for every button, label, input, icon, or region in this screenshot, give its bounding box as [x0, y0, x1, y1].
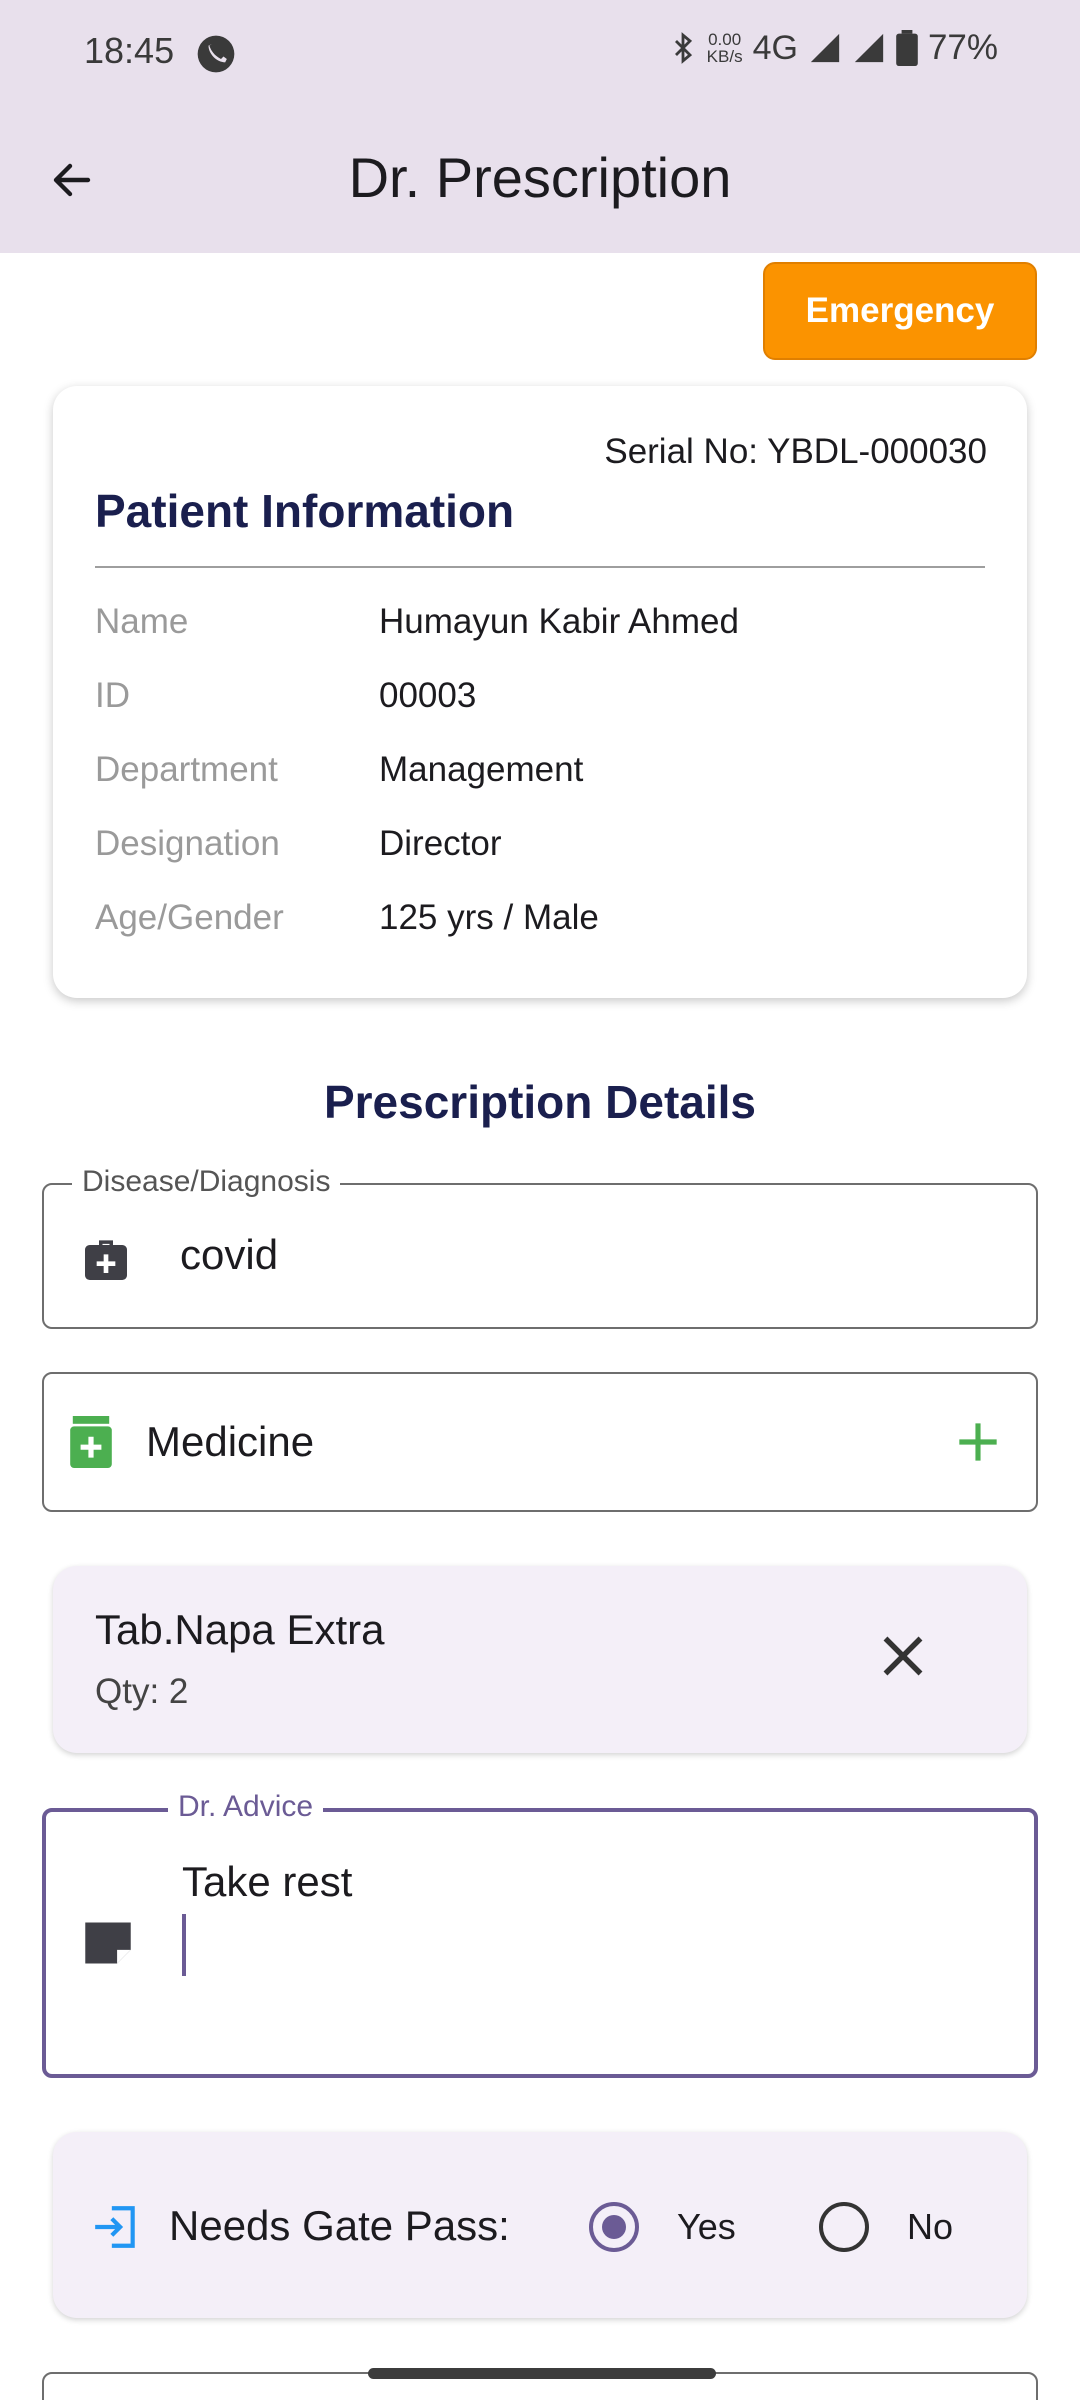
- signal-icon-2: [854, 33, 884, 63]
- gate-pass-label: Needs Gate Pass:: [169, 2202, 510, 2249]
- info-value: 00003: [379, 676, 477, 715]
- gate-pass-no-radio[interactable]: [819, 2202, 869, 2252]
- prescription-details-title: Prescription Details: [323, 1076, 757, 1128]
- text-caret: [182, 1914, 186, 1976]
- plus-icon[interactable]: [950, 1414, 1006, 1470]
- status-bar: 18:45 0.00 KB/s 4G 77%: [0, 0, 1080, 105]
- network-speed-unit: KB/s: [706, 47, 743, 66]
- status-time: 18:45: [84, 30, 175, 71]
- serial-number: Serial No: YBDL-000030: [604, 432, 987, 471]
- advice-input[interactable]: Take rest: [182, 1858, 352, 1906]
- patient-info-card: Serial No: YBDL-000030 Patient Informati…: [53, 386, 1027, 998]
- network-speed: 0.00 KB/s: [707, 31, 743, 65]
- medicine-label: Medicine: [146, 1418, 315, 1465]
- network-type: 4G: [752, 28, 798, 67]
- status-icons: 0.00 KB/s 4G 77%: [669, 28, 998, 68]
- advice-label: Dr. Advice: [168, 1790, 324, 1824]
- emergency-button[interactable]: Emergency: [763, 262, 1037, 360]
- gate-pass-yes-radio[interactable]: [589, 2202, 639, 2252]
- app-bar: Dr. Prescription: [0, 105, 1080, 253]
- page-title: Dr. Prescription: [348, 146, 732, 209]
- info-row-name: Name Humayun Kabir Ahmed: [95, 602, 985, 652]
- close-icon[interactable]: [873, 1626, 933, 1686]
- info-row-id: ID 00003: [95, 676, 985, 726]
- info-label: Name: [95, 602, 189, 641]
- divider: [95, 566, 985, 568]
- diagnosis-value: covid: [180, 1231, 279, 1278]
- medicine-qty: Qty: 2: [95, 1672, 189, 1711]
- info-value: 125 yrs / Male: [379, 898, 599, 937]
- info-row-designation: Designation Director: [95, 824, 985, 874]
- gate-pass-yes-label[interactable]: Yes: [677, 2206, 736, 2248]
- gate-pass-card: Needs Gate Pass: Yes No: [53, 2132, 1027, 2318]
- medical-bag-icon: [85, 1240, 127, 1280]
- diagnosis-label: Disease/Diagnosis: [72, 1165, 341, 1199]
- info-row-department: Department Management: [95, 750, 985, 800]
- diagnosis-field[interactable]: Disease/Diagnosis covid: [42, 1165, 1038, 1329]
- signal-icon: [810, 33, 840, 63]
- info-row-age-gender: Age/Gender 125 yrs / Male: [95, 898, 985, 948]
- info-value: Director: [379, 824, 502, 863]
- note-icon: [85, 1922, 131, 1964]
- battery-percent: 77%: [927, 28, 998, 67]
- info-label: Age/Gender: [95, 898, 284, 937]
- patient-info-title: Patient Information: [95, 485, 515, 537]
- advice-field[interactable]: Dr. Advice Take rest: [42, 1790, 1038, 2078]
- network-speed-value: 0.00: [708, 30, 742, 49]
- info-label: Designation: [95, 824, 280, 863]
- home-indicator: [368, 2368, 716, 2379]
- login-icon: [95, 2206, 135, 2248]
- info-label: Department: [95, 750, 278, 789]
- info-value: Management: [379, 750, 584, 789]
- info-label: ID: [95, 676, 130, 715]
- call-notification-icon: [197, 35, 235, 73]
- medicine-list-item: Tab.Napa Extra Qty: 2: [53, 1566, 1027, 1753]
- medicine-bottle-icon: [70, 1416, 112, 1468]
- medicine-name: Tab.Napa Extra: [95, 1606, 385, 1653]
- battery-icon: [896, 30, 918, 66]
- info-value: Humayun Kabir Ahmed: [379, 602, 739, 641]
- bluetooth-icon: [674, 32, 692, 64]
- gate-pass-no-label[interactable]: No: [907, 2206, 953, 2248]
- medicine-selector[interactable]: Medicine: [42, 1372, 1038, 1512]
